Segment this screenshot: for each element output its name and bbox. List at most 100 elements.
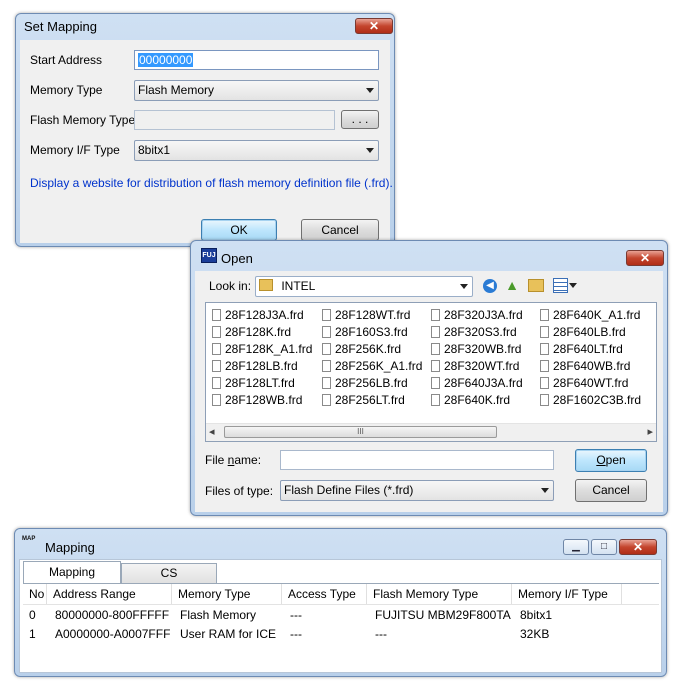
file-item[interactable]: 28F256K.frd (322, 341, 401, 358)
flash-memory-type-input[interactable] (134, 110, 335, 130)
file-item[interactable]: 28F640J3A.frd (431, 375, 523, 392)
file-item-label: 28F640WB.frd (553, 359, 631, 373)
view-menu-icon[interactable] (553, 278, 568, 293)
file-item[interactable]: 28F1602C3B.frd (540, 392, 641, 409)
tab-mapping[interactable]: Mapping (23, 561, 121, 583)
file-item[interactable]: 28F256LT.frd (322, 392, 405, 409)
table-row[interactable]: 1 A0000000-A0007FFF User RAM for ICE ---… (23, 627, 659, 645)
maximize-button[interactable]: □ (591, 539, 617, 555)
mapping-close-button[interactable]: ✕ (619, 539, 657, 555)
file-item[interactable]: 28F640WB.frd (540, 358, 630, 375)
column-header-access-type[interactable]: Access Type (282, 584, 367, 604)
open-dialog-cancel-button[interactable]: Cancel (575, 479, 647, 502)
file-item-label: 28F128K_A1.frd (225, 342, 313, 356)
column-header-flash-memory-type[interactable]: Flash Memory Type (367, 584, 512, 604)
memory-type-select[interactable]: Flash Memory (134, 80, 379, 101)
files-of-type-select[interactable]: Flash Define Files (*.frd) (280, 480, 554, 501)
memory-if-type-select[interactable]: 8bitx1 (134, 140, 379, 161)
file-item[interactable]: 28F640WT.frd (540, 375, 628, 392)
tab-cs[interactable]: CS (121, 563, 217, 583)
file-item[interactable]: 28F320J3A.frd (431, 307, 523, 324)
file-item[interactable]: 28F128LT.frd (212, 375, 295, 392)
document-icon (322, 377, 331, 389)
map-icon: MAP (22, 536, 36, 542)
look-in-label: Look in: (209, 279, 252, 293)
file-item[interactable]: 28F128WB.frd (212, 392, 302, 409)
memory-if-type-label: Memory I/F Type (30, 143, 120, 157)
cell-no: 1 (29, 627, 36, 641)
memory-type-value: Flash Memory (138, 83, 215, 97)
cell-address-range: A0000000-A0007FFF (55, 627, 171, 641)
file-item-label: 28F128LT.frd (225, 376, 295, 390)
file-item-label: 28F128WT.frd (335, 308, 411, 322)
open-button[interactable]: Open (575, 449, 647, 472)
file-item-label: 28F256LT.frd (335, 393, 405, 407)
file-item[interactable]: 28F320S3.frd (431, 324, 517, 341)
file-item[interactable]: 28F640K.frd (431, 392, 510, 409)
document-icon (212, 394, 221, 406)
file-item[interactable]: 28F640LB.frd (540, 324, 626, 341)
file-item[interactable]: 28F256K_A1.frd (322, 358, 422, 375)
column-header-memory-if-type[interactable]: Memory I/F Type (512, 584, 622, 604)
file-item[interactable]: 28F256LB.frd (322, 375, 408, 392)
document-icon (322, 326, 331, 338)
look-in-value: INTEL (281, 279, 316, 293)
column-header-memory-type[interactable]: Memory Type (172, 584, 282, 604)
cancel-button[interactable]: Cancel (301, 219, 379, 241)
file-item-label: 28F640WT.frd (553, 376, 629, 390)
document-icon (212, 360, 221, 372)
file-item[interactable]: 28F128K_A1.frd (212, 341, 312, 358)
open-dialog-close-button[interactable]: ✕ (626, 250, 664, 266)
cell-address-range: 80000000-800FFFFF (55, 608, 170, 622)
column-header-no[interactable]: No (23, 584, 47, 604)
cell-flash-memory-type: --- (375, 627, 387, 641)
open-dialog-body: Look in: INTEL ◀ ▲ 28F128J3A.frd 28F128K.… (195, 271, 663, 512)
file-item[interactable]: 28F320WT.frd (431, 358, 519, 375)
document-icon (212, 309, 221, 321)
back-icon[interactable]: ◀ (483, 279, 497, 293)
file-item-label: 28F128LB.frd (225, 359, 298, 373)
scroll-right-icon[interactable]: ▸ (647, 425, 653, 438)
flash-definition-website-link[interactable]: Display a website for distribution of fl… (30, 176, 393, 190)
file-item[interactable]: 28F640K_A1.frd (540, 307, 640, 324)
file-item[interactable]: 28F128LB.frd (212, 358, 298, 375)
horizontal-scrollbar[interactable]: ◂ III ▸ (206, 423, 656, 441)
file-item[interactable]: 28F160S3.frd (322, 324, 408, 341)
table-row[interactable]: 0 80000000-800FFFFF Flash Memory --- FUJ… (23, 608, 659, 626)
flash-memory-type-label: Flash Memory Type (30, 113, 136, 127)
set-mapping-titlebar[interactable]: Set Mapping ✕ (16, 14, 394, 40)
document-icon (431, 343, 440, 355)
cell-access-type: --- (290, 627, 302, 641)
cell-memory-if-type: 8bitx1 (520, 608, 553, 622)
document-icon (431, 360, 440, 372)
new-folder-icon[interactable] (528, 279, 544, 292)
scrollbar-thumb[interactable]: III (224, 426, 497, 438)
minimize-button[interactable]: ▁ (563, 539, 589, 555)
open-dialog-titlebar[interactable]: FUJ Open ✕ (191, 241, 667, 267)
file-item-label: 28F640LB.frd (553, 325, 626, 339)
file-item[interactable]: 28F128K.frd (212, 324, 291, 341)
file-list[interactable]: 28F128J3A.frd 28F128K.frd 28F128K_A1.frd 28… (205, 302, 657, 442)
chevron-down-icon[interactable] (569, 283, 577, 288)
memory-if-type-value: 8bitx1 (138, 143, 171, 157)
file-item[interactable]: 28F128J3A.frd (212, 307, 304, 324)
document-icon (431, 326, 440, 338)
file-item[interactable]: 28F640LT.frd (540, 341, 623, 358)
file-item-label: 28F256K_A1.frd (335, 359, 423, 373)
column-header-address-range[interactable]: Address Range (47, 584, 172, 604)
file-item-label: 28F320S3.frd (444, 325, 517, 339)
start-address-input[interactable]: 00000000 (134, 50, 379, 70)
start-address-value: 00000000 (138, 53, 194, 67)
file-name-input[interactable] (280, 450, 554, 470)
look-in-select[interactable]: INTEL (255, 276, 473, 297)
document-icon (322, 394, 331, 406)
scroll-left-icon[interactable]: ◂ (209, 425, 215, 438)
up-folder-icon[interactable]: ▲ (505, 277, 519, 293)
mapping-titlebar[interactable]: MAP Mapping ▁ □ ✕ (15, 529, 666, 559)
set-mapping-close-button[interactable]: ✕ (355, 18, 393, 34)
file-item[interactable]: 28F128WT.frd (322, 307, 410, 324)
ok-button[interactable]: OK (201, 219, 277, 241)
flash-memory-browse-button[interactable]: . . . (341, 110, 379, 129)
file-item-label: 28F128J3A.frd (225, 308, 304, 322)
file-item[interactable]: 28F320WB.frd (431, 341, 521, 358)
